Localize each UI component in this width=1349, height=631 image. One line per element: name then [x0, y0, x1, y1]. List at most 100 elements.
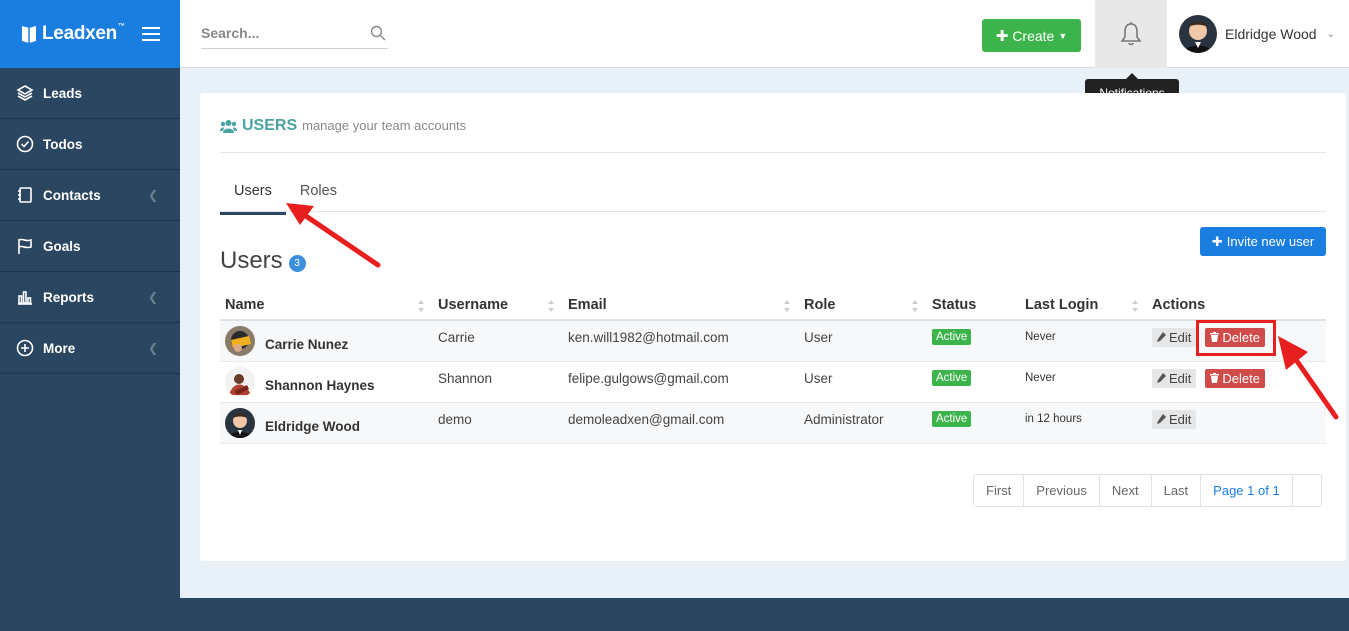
top-header: ✚ Create ▼ Eldridge Wood ⌄	[180, 0, 1349, 68]
sidebar-item-contacts[interactable]: Contacts ❮	[0, 170, 180, 221]
edit-button[interactable]: Edit	[1152, 327, 1197, 347]
sort-icon	[418, 300, 424, 312]
menu-toggle-icon[interactable]	[142, 27, 160, 41]
user-name[interactable]: Carrie Nunez	[265, 337, 348, 352]
column-header-last-login[interactable]: Last Login	[1020, 291, 1147, 319]
pagination-last[interactable]: Last	[1152, 475, 1202, 506]
sidebar-item-label: Goals	[43, 238, 81, 254]
cell-email: demoleadxen@gmail.com	[568, 411, 725, 427]
search-icon[interactable]	[370, 25, 386, 41]
avatar	[1179, 15, 1217, 53]
page-subtitle: manage your team accounts	[302, 118, 467, 133]
check-circle-icon	[16, 135, 34, 153]
column-header-status[interactable]: Status	[927, 291, 1020, 319]
notifications-button[interactable]	[1095, 0, 1167, 68]
users-icon	[220, 120, 237, 133]
page-title: USERS manage your team accounts	[220, 117, 466, 135]
user-menu[interactable]: Eldridge Wood ⌄	[1179, 15, 1335, 53]
search-box	[201, 19, 388, 49]
cell-last-login: Never	[1025, 331, 1056, 343]
table-row: Eldridge Wood demo demoleadxen@gmail.com…	[220, 403, 1326, 444]
avatar	[225, 408, 255, 438]
sidebar-item-label: Reports	[43, 289, 95, 305]
chevron-down-icon: ▼	[1058, 30, 1068, 41]
divider	[220, 211, 1326, 212]
cell-role: User	[804, 370, 833, 386]
user-name[interactable]: Eldridge Wood	[265, 419, 360, 434]
pencil-icon	[1157, 373, 1166, 383]
delete-button[interactable]: Delete	[1205, 368, 1265, 388]
cell-name: Shannon Haynes	[220, 362, 433, 402]
pagination-next[interactable]: Next	[1100, 475, 1152, 506]
column-header-actions: Actions	[1152, 297, 1206, 313]
pagination-previous[interactable]: Previous	[1024, 475, 1100, 506]
sidebar-item-more[interactable]: More ❮	[0, 323, 180, 374]
sidebar-item-label: More	[43, 340, 76, 356]
user-name[interactable]: Shannon Haynes	[265, 378, 375, 393]
sidebar-item-reports[interactable]: Reports ❮	[0, 272, 180, 323]
sidebar: Leadxen™ Leads Todos Contacts ❮ Goals Re…	[0, 0, 180, 631]
create-label: Create	[1012, 27, 1055, 44]
create-button[interactable]: ✚ Create ▼	[982, 19, 1081, 52]
users-heading-text: Users	[220, 247, 283, 274]
cell-status: Active	[927, 403, 1020, 443]
plus-icon: ✚	[995, 27, 1009, 45]
table-row: Carrie Nunez Carrie ken.will1982@hotmail…	[220, 321, 1326, 362]
table-header: Name Username Email Role Status Last Log…	[220, 291, 1326, 321]
sidebar-item-leads[interactable]: Leads	[0, 68, 180, 119]
search-input[interactable]	[201, 19, 361, 47]
user-name: Eldridge Wood	[1225, 26, 1317, 42]
tab-users[interactable]: Users	[220, 173, 286, 215]
cell-status: Active	[927, 362, 1020, 402]
sort-icon	[548, 300, 554, 312]
trash-icon	[1210, 373, 1220, 383]
invite-user-button[interactable]: ✚ Invite new user	[1200, 227, 1326, 256]
cell-last-login: Never	[1025, 372, 1056, 384]
cell-actions: Edit	[1147, 403, 1326, 443]
pagination: First Previous Next Last Page 1 of 1	[973, 474, 1322, 507]
sidebar-item-goals[interactable]: Goals	[0, 221, 180, 272]
page-title-text: USERS	[242, 117, 298, 134]
column-header-name[interactable]: Name	[220, 291, 433, 319]
column-header-role[interactable]: Role	[799, 291, 927, 319]
edit-button[interactable]: Edit	[1152, 368, 1197, 388]
cell-role: Administrator	[804, 411, 884, 427]
cell-email: ken.will1982@hotmail.com	[568, 329, 729, 345]
status-badge: Active	[932, 411, 972, 427]
users-heading: Users 3	[220, 247, 306, 275]
bell-icon	[1120, 22, 1142, 46]
edit-button[interactable]: Edit	[1152, 409, 1197, 429]
sidebar-item-label: Contacts	[43, 187, 101, 203]
column-header-email[interactable]: Email	[563, 291, 799, 319]
sidebar-item-todos[interactable]: Todos	[0, 119, 180, 170]
invite-label: Invite new user	[1226, 234, 1315, 249]
layers-icon	[16, 85, 34, 101]
cell-name: Eldridge Wood	[220, 403, 433, 443]
cell-username: Shannon	[438, 370, 493, 386]
plus-circle-icon	[16, 339, 34, 357]
users-count-badge: 3	[288, 254, 306, 272]
table-row: Shannon Haynes Shannon felipe.gulgows@gm…	[220, 362, 1326, 403]
pencil-icon	[1157, 332, 1166, 342]
brand-name: Leadxen™	[42, 23, 125, 44]
divider	[220, 152, 1326, 153]
pagination-spacer	[1293, 475, 1321, 506]
cell-name: Carrie Nunez	[220, 321, 433, 361]
flag-icon	[18, 238, 32, 254]
cell-email: felipe.gulgows@gmail.com	[568, 370, 729, 386]
pagination-page-info: Page 1 of 1	[1201, 475, 1293, 506]
chevron-down-icon: ⌄	[1326, 28, 1335, 40]
cell-last-login: in 12 hours	[1025, 413, 1082, 425]
cell-actions: Edit Delete	[1147, 362, 1326, 402]
address-book-icon	[18, 187, 32, 203]
delete-highlight-box	[1196, 320, 1276, 356]
tab-roles[interactable]: Roles	[286, 173, 351, 215]
avatar	[225, 326, 255, 356]
chevron-left-icon: ❮	[147, 290, 158, 304]
pagination-first[interactable]: First	[974, 475, 1025, 506]
column-header-username[interactable]: Username	[433, 291, 563, 319]
sort-icon	[912, 300, 918, 312]
avatar	[225, 367, 255, 397]
leadxen-logo-icon	[22, 26, 36, 43]
sort-icon	[1132, 300, 1138, 312]
